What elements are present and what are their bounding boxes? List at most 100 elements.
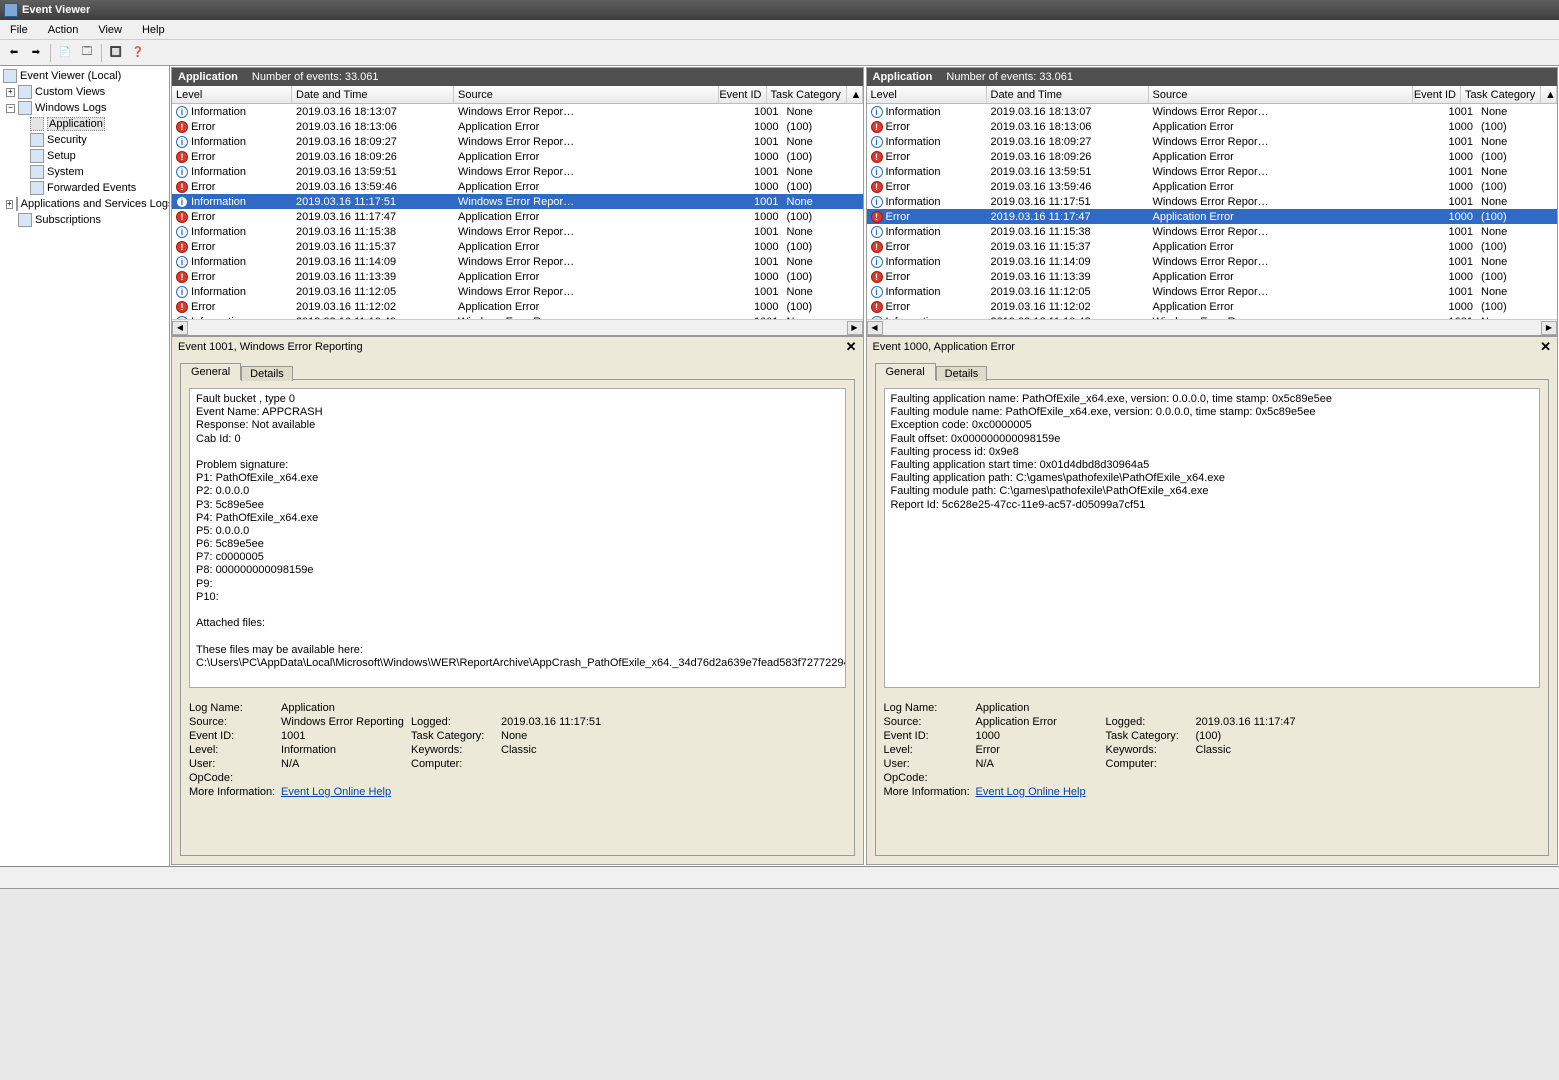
pane-title-a: Application: [178, 71, 238, 83]
table-row[interactable]: iInformation2019.03.16 11:10:48Windows E…: [867, 314, 1558, 319]
col-eventid-b[interactable]: Event ID: [1413, 86, 1461, 103]
table-row[interactable]: !Error2019.03.16 18:13:06Application Err…: [172, 119, 863, 134]
table-row[interactable]: !Error2019.03.16 11:13:39Application Err…: [172, 269, 863, 284]
event-log-help-link-a[interactable]: Event Log Online Help: [281, 786, 391, 798]
tree-subscriptions[interactable]: Subscriptions: [2, 212, 167, 228]
table-row[interactable]: !Error2019.03.16 11:12:02Application Err…: [867, 299, 1558, 314]
table-row[interactable]: !Error2019.03.16 11:17:47Application Err…: [172, 209, 863, 224]
tree-app-services[interactable]: +Applications and Services Logs: [2, 196, 167, 212]
tree-root[interactable]: Event Viewer (Local): [2, 68, 167, 84]
tab-details-a[interactable]: Details: [241, 366, 293, 381]
table-row[interactable]: iInformation2019.03.16 18:09:27Windows E…: [172, 134, 863, 149]
refresh-button[interactable]: 🔲: [106, 43, 126, 63]
table-row[interactable]: iInformation2019.03.16 11:17:51Windows E…: [867, 194, 1558, 209]
menu-action[interactable]: Action: [42, 22, 85, 38]
table-row[interactable]: !Error2019.03.16 13:59:46Application Err…: [867, 179, 1558, 194]
tab-general-b[interactable]: General: [875, 363, 936, 380]
meta-source-k: Source:: [189, 716, 281, 728]
table-row[interactable]: !Error2019.03.16 11:15:37Application Err…: [867, 239, 1558, 254]
nav-forward-button[interactable]: ➡: [26, 43, 46, 63]
table-row[interactable]: iInformation2019.03.16 11:15:38Windows E…: [867, 224, 1558, 239]
col-level[interactable]: Level: [172, 86, 292, 103]
table-row[interactable]: iInformation2019.03.16 11:12:05Windows E…: [172, 284, 863, 299]
info-icon: i: [176, 226, 188, 238]
table-row[interactable]: iInformation2019.03.16 11:10:48Windows E…: [172, 314, 863, 319]
meta-eid-k: Event ID:: [189, 730, 281, 742]
info-icon: i: [176, 286, 188, 298]
menu-help[interactable]: Help: [136, 22, 171, 38]
col-taskcat-b[interactable]: Task Category: [1461, 86, 1541, 103]
meta-source-v: Windows Error Reporting: [281, 716, 411, 728]
tree-custom-views[interactable]: +Custom Views: [2, 84, 167, 100]
tab-details-b[interactable]: Details: [936, 366, 988, 381]
titlebar[interactable]: Event Viewer: [0, 0, 1559, 20]
table-row[interactable]: !Error2019.03.16 18:09:26Application Err…: [172, 149, 863, 164]
table-row[interactable]: iInformation2019.03.16 11:15:38Windows E…: [172, 224, 863, 239]
help-button[interactable]: ❓: [128, 43, 148, 63]
table-row[interactable]: !Error2019.03.16 11:17:47Application Err…: [867, 209, 1558, 224]
meta-user-k: User:: [189, 758, 281, 770]
properties-button[interactable]: 🗔: [77, 43, 97, 63]
col-taskcat[interactable]: Task Category: [767, 86, 847, 103]
list-header-a[interactable]: Level Date and Time Source Event ID Task…: [172, 86, 863, 104]
tree-system[interactable]: System: [2, 164, 167, 180]
hscroll-b[interactable]: ◀▶: [867, 319, 1558, 335]
list-body-b[interactable]: iInformation2019.03.16 18:13:07Windows E…: [867, 104, 1558, 319]
list-body-a[interactable]: iInformation2019.03.16 18:13:07Windows E…: [172, 104, 863, 319]
tab-general-a[interactable]: General: [180, 363, 241, 380]
error-icon: !: [871, 121, 883, 133]
col-date-b[interactable]: Date and Time: [987, 86, 1149, 103]
table-row[interactable]: !Error2019.03.16 11:12:02Application Err…: [172, 299, 863, 314]
meta-logged-v: 2019.03.16 11:17:51: [501, 716, 601, 728]
table-row[interactable]: iInformation2019.03.16 18:09:27Windows E…: [867, 134, 1558, 149]
list-header-b[interactable]: Level Date and Time Source Event ID Task…: [867, 86, 1558, 104]
table-row[interactable]: iInformation2019.03.16 11:14:09Windows E…: [867, 254, 1558, 269]
table-row[interactable]: !Error2019.03.16 18:13:06Application Err…: [867, 119, 1558, 134]
meta-logged-k-b: Logged:: [1106, 716, 1196, 728]
action-button-1[interactable]: 📄: [55, 43, 75, 63]
col-eventid[interactable]: Event ID: [719, 86, 767, 103]
table-row[interactable]: !Error2019.03.16 11:15:37Application Err…: [172, 239, 863, 254]
nav-back-button[interactable]: ⬅: [4, 43, 24, 63]
table-row[interactable]: !Error2019.03.16 18:09:26Application Err…: [867, 149, 1558, 164]
tree-security[interactable]: Security: [2, 132, 167, 148]
table-row[interactable]: iInformation2019.03.16 18:13:07Windows E…: [867, 104, 1558, 119]
window-title: Event Viewer: [22, 4, 90, 16]
detail-text-a[interactable]: Fault bucket , type 0 Event Name: APPCRA…: [189, 388, 846, 688]
table-row[interactable]: iInformation2019.03.16 18:13:07Windows E…: [172, 104, 863, 119]
meta-logged-k: Logged:: [411, 716, 501, 728]
col-source[interactable]: Source: [454, 86, 719, 103]
meta-kw-k-b: Keywords:: [1106, 744, 1196, 756]
table-row[interactable]: !Error2019.03.16 11:13:39Application Err…: [867, 269, 1558, 284]
col-date[interactable]: Date and Time: [292, 86, 454, 103]
tree-application[interactable]: Application: [2, 116, 167, 132]
pane-right: Application Number of events: 33.061 Lev…: [866, 67, 1559, 865]
table-row[interactable]: iInformation2019.03.16 13:59:51Windows E…: [867, 164, 1558, 179]
hscroll-a[interactable]: ◀▶: [172, 319, 863, 335]
tree-windows-logs[interactable]: −Windows Logs: [2, 100, 167, 116]
table-row[interactable]: iInformation2019.03.16 11:17:51Windows E…: [172, 194, 863, 209]
tree-pane[interactable]: Event Viewer (Local) +Custom Views −Wind…: [0, 66, 170, 866]
info-icon: i: [871, 256, 883, 268]
table-row[interactable]: iInformation2019.03.16 11:14:09Windows E…: [172, 254, 863, 269]
table-row[interactable]: iInformation2019.03.16 11:12:05Windows E…: [867, 284, 1558, 299]
table-row[interactable]: !Error2019.03.16 13:59:46Application Err…: [172, 179, 863, 194]
meta-comp-k: Computer:: [411, 758, 501, 770]
meta-kw-k: Keywords:: [411, 744, 501, 756]
close-detail-b[interactable]: ✕: [1540, 339, 1551, 355]
menu-view[interactable]: View: [92, 22, 128, 38]
meta-eid-v: 1001: [281, 730, 411, 742]
meta-user-k-b: User:: [884, 758, 976, 770]
meta-level-k: Level:: [189, 744, 281, 756]
menu-file[interactable]: File: [4, 22, 34, 38]
detail-text-b[interactable]: Faulting application name: PathOfExile_x…: [884, 388, 1541, 688]
event-log-help-link-b[interactable]: Event Log Online Help: [976, 786, 1086, 798]
col-level-b[interactable]: Level: [867, 86, 987, 103]
table-row[interactable]: iInformation2019.03.16 13:59:51Windows E…: [172, 164, 863, 179]
info-icon: i: [176, 316, 188, 320]
pane-subtitle-b: Number of events: 33.061: [946, 71, 1073, 83]
col-source-b[interactable]: Source: [1149, 86, 1414, 103]
close-detail-a[interactable]: ✕: [846, 339, 857, 355]
tree-setup[interactable]: Setup: [2, 148, 167, 164]
tree-forwarded[interactable]: Forwarded Events: [2, 180, 167, 196]
